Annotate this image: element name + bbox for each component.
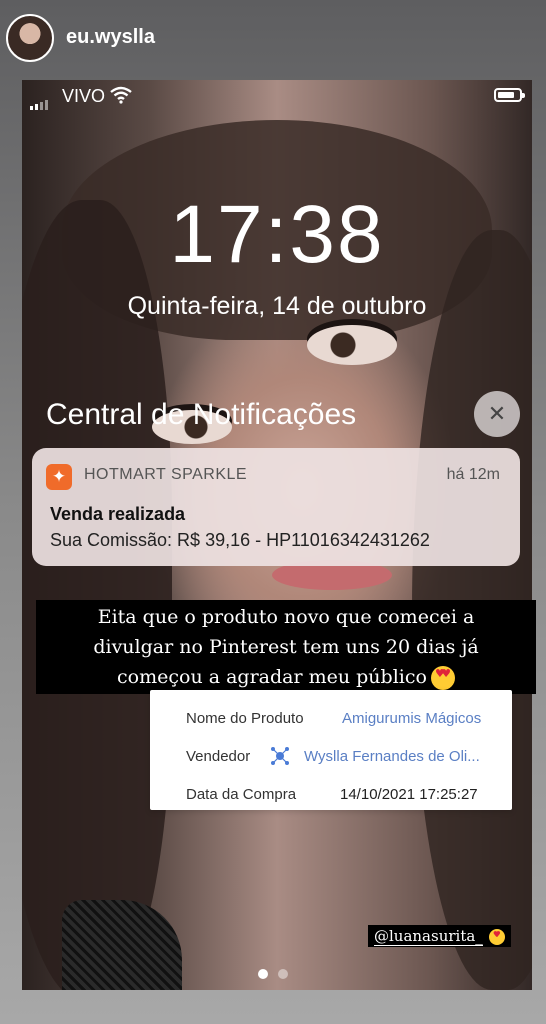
carrier-label: VIVO (62, 86, 106, 106)
notification-time: há 12m (446, 466, 500, 483)
mention-sticker[interactable]: @luanasurita_ (368, 925, 511, 947)
sparkle-icon: ✦ (46, 464, 72, 490)
story-username[interactable]: eu.wyslla (66, 26, 155, 49)
lockscreen-screenshot: VIVO 17:38 Quinta-feira, 14 de outubro C… (22, 80, 532, 990)
close-icon[interactable]: ✕ (474, 391, 520, 437)
notification-body: Sua Comissão: R$ 39,16 - HP1101634243126… (50, 530, 430, 550)
heart-eyes-emoji-icon (430, 666, 455, 690)
page-indicator (0, 966, 546, 984)
notification-app-name: HOTMART SPARKLE (84, 466, 248, 483)
page-dot-active (258, 969, 268, 979)
detail-label: Vendedor (186, 748, 251, 765)
notification-title: Venda realizada (50, 504, 186, 524)
avatar[interactable] (6, 14, 54, 62)
network-icon (271, 747, 289, 765)
lockscreen-date: Quinta-feira, 14 de outubro (127, 292, 427, 320)
caption-line-last: começou a agradar meu público (40, 662, 532, 692)
mention-username[interactable]: @luanasurita_ (374, 927, 483, 946)
detail-label: Nome do Produto (186, 710, 304, 727)
caption-line-text: começou a agradar meu público (117, 666, 427, 688)
battery-icon (494, 88, 525, 102)
wifi-icon (110, 86, 132, 109)
notification-card[interactable]: ✦ HOTMART SPARKLE há 12m Venda realizada… (32, 448, 520, 566)
heart-eyes-emoji-icon (488, 929, 505, 945)
story-header: eu.wyslla (0, 0, 546, 80)
purchase-date: 14/10/2021 17:25:27 (340, 786, 478, 803)
page-dot (278, 969, 288, 979)
status-bar: VIVO (22, 80, 532, 114)
lockscreen-clock: 17:38 (169, 189, 385, 280)
seller-name-link[interactable]: Wyslla Fernandes de Oli... (304, 748, 480, 765)
caption-line: divulgar no Pinterest tem uns 20 dias já (93, 636, 479, 658)
story-caption: Eita que o produto novo que comecei a di… (36, 600, 536, 694)
signal-icon (30, 92, 50, 110)
product-name-link[interactable]: Amigurumis Mágicos (342, 710, 481, 727)
caption-line: Eita que o produto novo que comecei a (97, 606, 475, 628)
purchase-details-card: Nome do Produto Amigurumis Mágicos Vende… (150, 690, 512, 810)
notification-center-title: Central de Notificações (46, 398, 357, 431)
detail-label: Data da Compra (186, 786, 297, 803)
photo-eye (307, 325, 397, 365)
